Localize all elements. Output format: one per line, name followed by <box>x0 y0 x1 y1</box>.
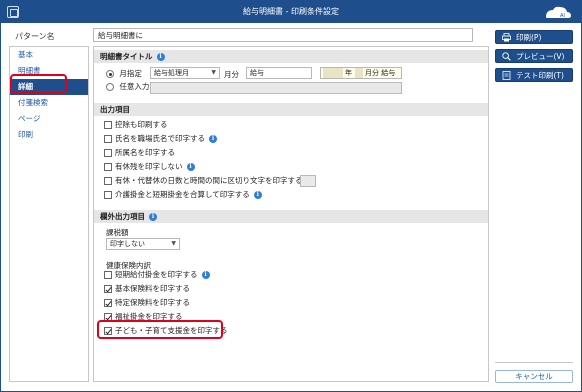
title-preview-field: 年 月分 給与 <box>320 67 402 79</box>
checkbox[interactable] <box>104 149 112 157</box>
info-icon[interactable]: i <box>186 163 195 171</box>
tax-print-value: 印字しない <box>110 240 145 248</box>
extra-item-row[interactable]: 特定保険料を印字する <box>104 297 190 309</box>
nav-item-print[interactable]: 印刷 <box>10 127 88 143</box>
extra-item-row[interactable]: 短期給付掛金を印字する i <box>104 269 210 281</box>
checkbox-label: 控除も印刷する <box>115 120 168 129</box>
radio-month-label: 月指定 <box>119 69 142 78</box>
checkbox-label: 特定保険料を印字する <box>115 298 190 307</box>
magnifier-icon <box>502 52 511 61</box>
preview-year-blank <box>323 68 343 78</box>
output-item-row[interactable]: 有休・代替休の日数と時間の間に区切り文字を印字する <box>104 175 303 187</box>
pattern-name-input[interactable]: 給与明細書に <box>93 28 473 42</box>
checkbox[interactable] <box>104 299 112 307</box>
info-icon[interactable]: i <box>253 191 262 199</box>
print-settings-window: 給与明細書 - 印刷条件設定 AI パターン名 給与明細書に 基本 明細書 詳細… <box>0 0 582 392</box>
preview-month-blank <box>355 68 363 78</box>
checkbox[interactable] <box>104 191 112 199</box>
separator-char-input[interactable] <box>300 175 316 187</box>
extra-item-row[interactable]: 基本保険料を印字する <box>104 283 190 295</box>
checkbox[interactable] <box>104 177 112 185</box>
section-header-extra: 欄外出力項目 i <box>94 210 488 223</box>
free-title-input[interactable] <box>150 82 402 94</box>
info-icon[interactable]: i <box>156 53 165 61</box>
checkbox-label: 短期給付掛金を印字する <box>115 270 198 279</box>
section-header-output: 出力項目 <box>94 103 488 116</box>
checkbox-label: 有休残を印字しない <box>115 162 183 171</box>
checkbox-label: 基本保険料を印字する <box>115 284 190 293</box>
month-unit-label: 月分 <box>224 70 239 79</box>
nav-item-sticky-search[interactable]: 付箋検索 <box>10 95 88 111</box>
brand-logo-icon: AI <box>546 6 571 19</box>
nav-item-page[interactable]: ページ <box>10 111 88 127</box>
tax-label: 課税額 <box>106 228 129 237</box>
checkbox[interactable] <box>104 163 112 171</box>
preview-button-label: プレビュー(V) <box>516 52 565 61</box>
title-bar: 給与明細書 - 印刷条件設定 AI <box>1 1 581 23</box>
cancel-button[interactable]: キャンセル <box>495 370 573 383</box>
divider <box>495 362 573 363</box>
printer-icon <box>502 33 511 42</box>
chevron-down-icon: ▼ <box>171 240 176 247</box>
chevron-down-icon: ▼ <box>211 69 216 76</box>
radio-month-row[interactable]: 月指定 <box>106 68 142 80</box>
test-print-button[interactable]: テスト印刷(T) <box>495 68 573 82</box>
checkbox[interactable] <box>104 271 112 279</box>
tax-print-select[interactable]: 印字しない ▼ <box>106 238 180 250</box>
print-button-label: 印刷(P) <box>516 33 542 42</box>
checkbox-label: 所属名を印字する <box>115 148 175 157</box>
print-button[interactable]: 印刷(P) <box>495 30 573 44</box>
section-header-title: 明細書タイトル i <box>94 50 488 63</box>
test-print-icon <box>502 71 511 80</box>
month-source-select[interactable]: 給与処理月 ▼ <box>150 67 220 79</box>
section-output-label: 出力項目 <box>100 105 130 114</box>
window-title: 給与明細書 - 印刷条件設定 <box>243 7 339 16</box>
highlight-child-support-item <box>97 320 223 339</box>
output-item-row[interactable]: 控除も印刷する <box>104 119 168 131</box>
nav-item-basic[interactable]: 基本 <box>10 47 88 63</box>
radio-free[interactable] <box>106 83 114 91</box>
preview-month-label: 月分 給与 <box>365 69 396 77</box>
radio-month[interactable] <box>106 70 114 78</box>
output-item-row[interactable]: 介護掛金と短期掛金を合算して印字する i <box>104 189 262 201</box>
output-item-row[interactable]: 氏名を職場氏名で印字する i <box>104 133 217 145</box>
info-icon[interactable]: i <box>209 135 217 143</box>
preview-button[interactable]: プレビュー(V) <box>495 49 573 63</box>
checkbox[interactable] <box>104 121 112 129</box>
month-source-value: 給与処理月 <box>154 69 189 77</box>
svg-text:AI: AI <box>560 13 565 19</box>
checkbox-label: 有休・代替休の日数と時間の間に区切り文字を印字する <box>115 176 303 185</box>
settings-nav: 基本 明細書 詳細 付箋検索 ページ 印刷 <box>9 46 89 382</box>
info-icon[interactable]: i <box>201 271 210 279</box>
section-title-label: 明細書タイトル <box>100 52 153 61</box>
preview-year-label: 年 <box>345 69 352 77</box>
checkbox-label: 氏名を職場氏名で印字する <box>115 134 205 143</box>
output-item-row[interactable]: 有休残を印字しない i <box>104 161 195 173</box>
test-print-button-label: テスト印刷(T) <box>516 71 564 80</box>
info-icon[interactable]: i <box>149 213 157 221</box>
radio-free-label: 任意入力 <box>119 82 150 91</box>
section-extra-label: 欄外出力項目 <box>100 212 145 221</box>
title-kind-field[interactable]: 給与 <box>246 67 312 79</box>
output-item-row[interactable]: 所属名を印字する <box>104 147 175 159</box>
checkbox[interactable] <box>104 285 112 293</box>
pattern-name-label: パターン名 <box>15 32 55 41</box>
highlight-detail-nav <box>10 74 67 94</box>
checkbox-label: 介護掛金と短期掛金を合算して印字する <box>115 190 250 199</box>
checkbox[interactable] <box>104 135 112 143</box>
radio-free-row[interactable]: 任意入力 <box>106 81 149 93</box>
